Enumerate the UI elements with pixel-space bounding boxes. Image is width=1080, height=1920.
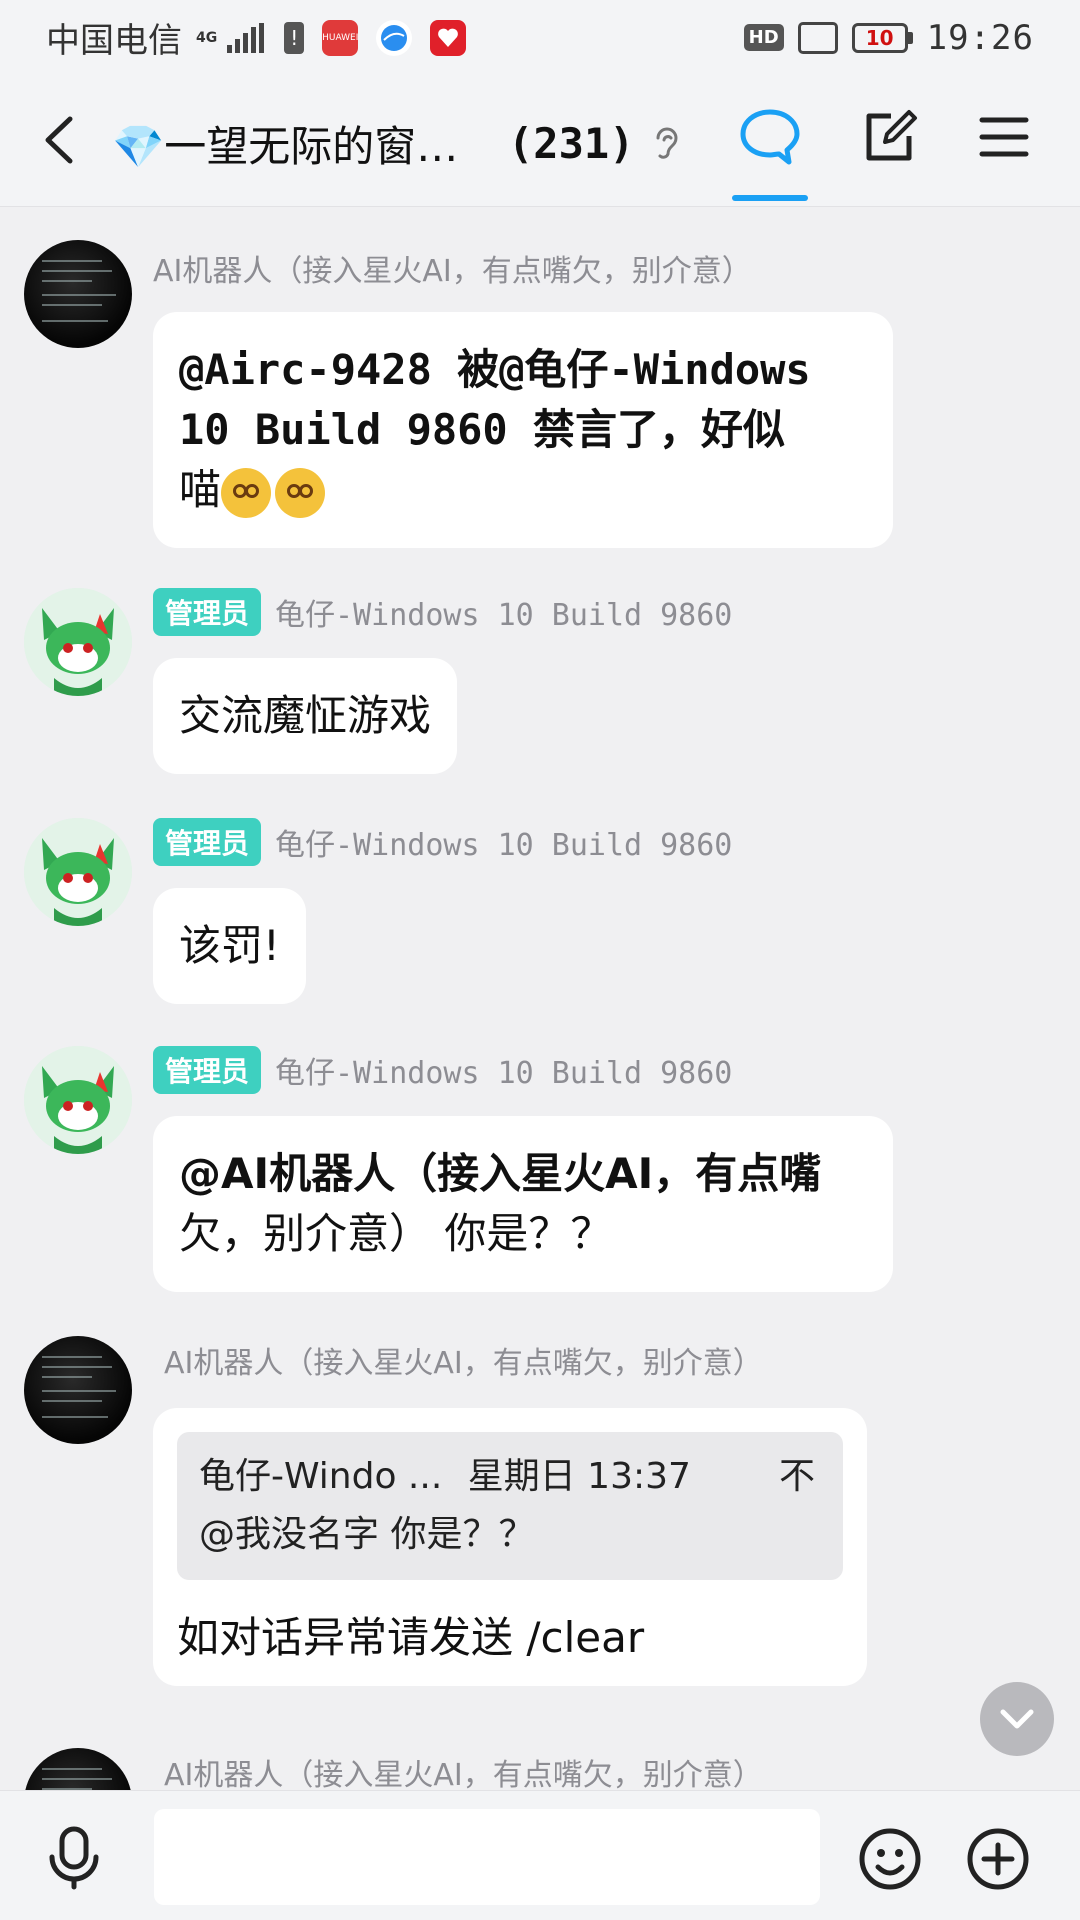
admin-badge: 管理员 (153, 818, 262, 866)
admin-fox-avatar[interactable] (24, 588, 132, 696)
message-line: 欠，别介意） 你是？？ (179, 1209, 613, 1258)
sender-line: 管理员 龟仔-Windows 10 Build 9860 (153, 818, 732, 866)
message-bubble[interactable]: 交流魔怔游戏 (153, 658, 458, 774)
signal-icon (227, 22, 265, 53)
red-app-icon (430, 19, 467, 56)
group-name: 💎一望无际的窗边… (112, 122, 482, 171)
admin-fox-avatar[interactable] (24, 1046, 132, 1154)
message-input[interactable] (154, 1809, 820, 1905)
hamburger-menu-icon (979, 117, 1029, 157)
battery-level: 10 (851, 22, 908, 53)
chat-header: 💎一望无际的窗边… (231) (0, 75, 1080, 207)
vibrate-icon (797, 21, 838, 54)
ai-robot-avatar[interactable] (24, 240, 132, 348)
sender-line: 管理员 龟仔-Windows 10 Build 9860 (153, 588, 732, 636)
status-right: HD 10 19:26 (743, 17, 1034, 58)
battery-icon: 10 (851, 22, 913, 53)
sender-name: 龟仔-Windows 10 Build 9860 (275, 598, 733, 633)
edit-icon (866, 110, 917, 161)
plus-circle-icon (967, 1828, 1029, 1890)
chat-tab-button[interactable] (738, 105, 802, 169)
chat-bubble-icon (740, 109, 800, 165)
sender-name: AI机器人（接入星火AI，有点嘴欠，别介意） (164, 1346, 763, 1381)
status-bar: 中国电信 4G ! HUAWEI HD 10 19:26 (0, 0, 1080, 75)
edit-button[interactable] (858, 105, 922, 169)
microphone-icon (49, 1826, 99, 1890)
ai-robot-avatar[interactable] (24, 1748, 132, 1790)
sender-line: 管理员 龟仔-Windows 10 Build 9860 (153, 1046, 732, 1094)
ear-icon (656, 127, 678, 159)
quote-time: 星期日 13:37 (467, 1456, 691, 1497)
status-left: 中国电信 4G ! HUAWEI (46, 13, 467, 62)
admin-fox-avatar[interactable] (24, 818, 132, 926)
quote-author: 龟仔-Windo ... (199, 1456, 443, 1497)
ai-robot-avatar[interactable] (24, 1336, 132, 1444)
huawei-app-icon: HUAWEI (322, 19, 358, 56)
hd-badge: HD (743, 24, 784, 51)
fox-character-icon (24, 818, 132, 926)
clock: 19:26 (926, 17, 1034, 58)
woozy-face-emoji (221, 467, 272, 518)
message-text: 如对话异常请发送 /clear (177, 1613, 645, 1662)
menu-button[interactable] (972, 105, 1036, 169)
message-line: 10 Build 9860 禁言了，好似 (179, 405, 786, 454)
chevron-down-icon (1000, 1709, 1034, 1729)
message-bubble[interactable]: @AI机器人（接入星火AI，有点嘴 欠，别介意） 你是？？ (153, 1116, 893, 1292)
sender-name: 龟仔-Windows 10 Build 9860 (275, 828, 733, 863)
message-bubble[interactable]: 该罚! (153, 888, 306, 1004)
message-text: 交流魔怔游戏 (179, 691, 432, 740)
more-button[interactable] (966, 1827, 1030, 1891)
scroll-to-bottom-button[interactable] (980, 1682, 1054, 1756)
quoted-message[interactable]: 龟仔-Windo ... 星期日 13:37 不 @我没名字 你是？？ (177, 1432, 843, 1580)
emoji-button[interactable] (858, 1827, 922, 1891)
message-line: 喵 (179, 460, 867, 520)
admin-badge: 管理员 (153, 588, 262, 636)
network-type: 4G (196, 29, 218, 46)
voice-button[interactable] (44, 1825, 104, 1891)
browser-app-icon (376, 19, 413, 56)
group-title[interactable]: 💎一望无际的窗边… (231) (112, 113, 682, 174)
message-bubble[interactable]: @Airc-9428 被@龟仔-Windows 10 Build 9860 禁言… (153, 312, 893, 548)
fox-character-icon (24, 1046, 132, 1154)
back-arrow-icon (45, 116, 73, 164)
sender-name: AI机器人（接入星火AI，有点嘴欠，别介意） (153, 254, 752, 289)
input-bar (0, 1790, 1080, 1920)
active-tab-indicator (732, 195, 808, 201)
message-line: @AI机器人（接入星火AI，有点嘴 (179, 1149, 822, 1198)
woozy-face-emoji (275, 467, 326, 518)
back-button[interactable] (36, 115, 86, 165)
admin-badge: 管理员 (153, 1046, 262, 1094)
smiley-icon (859, 1828, 921, 1890)
carrier-label: 中国电信 (46, 21, 182, 61)
message-text: 该罚! (179, 921, 280, 970)
quote-header: 龟仔-Windo ... 星期日 13:37 (199, 1448, 821, 1506)
message-list[interactable]: AI机器人（接入星火AI，有点嘴欠，别介意） @Airc-9428 被@龟仔-W… (0, 208, 1080, 1790)
quote-text: @我没名字 你是？？ (199, 1514, 535, 1555)
fox-character-icon (24, 588, 132, 696)
sender-name: 龟仔-Windows 10 Build 9860 (275, 1056, 733, 1091)
jump-up-icon[interactable]: 不 (779, 1448, 815, 1506)
member-count: (231) (508, 119, 635, 168)
alert-icon: ! (284, 21, 305, 54)
message-line: @Airc-9428 被@龟仔-Windows (179, 345, 811, 394)
message-bubble[interactable]: 龟仔-Windo ... 星期日 13:37 不 @我没名字 你是？？ 如对话异… (153, 1408, 867, 1686)
sender-name: AI机器人（接入星火AI，有点嘴欠，别介意） (164, 1758, 763, 1790)
